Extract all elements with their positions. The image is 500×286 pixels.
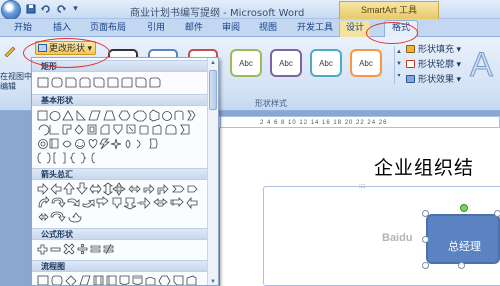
redo-icon[interactable] [55,3,66,14]
tab-format[interactable]: 格式 [384,20,419,38]
title-bar: ▾ 商业计划书编写提纲 - Microsoft Word SmartArt 工具 [0,0,500,20]
edit-in-view-line-1: 在视图中 [0,72,32,81]
scroll-down-icon[interactable]: ▼ [395,58,403,70]
change-shape-label: 更改形状 [49,43,86,53]
tab-references[interactable]: 引用 [147,21,165,37]
group-label-shape-styles: 形状样式 [255,99,287,108]
resize-handle[interactable] [458,262,465,269]
window-title: 商业计划书编写提纲 - Microsoft Word [130,8,305,19]
change-shape-button[interactable]: 更改形状 ▾ [35,41,96,55]
ribbon-tabs: 开始 插入 页面布局 引用 邮件 审阅 视图 开发工具 设计 格式 [0,19,500,38]
frame-handle[interactable]: :::: [359,184,366,190]
office-button[interactable] [1,0,21,20]
smartart-tools-group-title: SmartArt 工具 [339,1,439,19]
section-header-equation-shapes: 公式形状 [32,228,208,240]
shape-effects-label: 形状效果 [418,74,455,84]
shape-outline-button[interactable]: 形状轮廓 ▾ [406,58,461,70]
flowchart-shapes-row [37,274,207,286]
shape-style-abc-aqua[interactable]: Abc [310,49,342,77]
arrow-shape-icons[interactable] [37,210,207,224]
basic-shape-icons[interactable] [37,137,207,151]
basic-shape-icons[interactable] [37,123,207,137]
shape-fill-button[interactable]: 形状填充 ▾ [406,43,461,55]
style-gallery-scroll: ▲ ▼ ▾ [394,46,403,84]
scroll-up-icon[interactable]: ▲ [395,46,403,58]
gallery-more-icon[interactable]: ▾ [395,70,403,82]
edit-in-view-group: 在视图中 编辑 [0,39,32,107]
flowchart-shape-icons[interactable] [37,274,207,286]
arrow-shape-icons[interactable] [37,182,207,196]
document-title-text[interactable]: 企业组织结 [374,153,474,180]
resize-handle[interactable] [422,262,429,269]
qat-dropdown-icon[interactable]: ▾ [70,3,81,14]
tab-mailings[interactable]: 邮件 [185,21,203,37]
equation-shapes-row [37,242,207,256]
basic-shapes-row-4 [37,151,207,165]
save-icon[interactable] [25,3,36,14]
section-header-block-arrows: 箭头总汇 [32,168,208,180]
paint-bucket-icon [406,45,415,53]
shape-style-abc-green[interactable]: Abc [230,49,262,77]
tab-review[interactable]: 审阅 [222,21,240,37]
basic-shapes-row-3 [37,137,207,151]
tab-design[interactable]: 设计 [339,21,371,37]
shape-icon [38,44,47,52]
scroll-up-arrow[interactable]: ▲ [208,58,218,68]
resize-handle[interactable] [494,210,500,217]
arrow-shapes-row-1 [37,182,207,196]
edit-in-view-line-2: 编辑 [0,82,16,91]
shape-style-abc-orange[interactable]: Abc [350,49,382,77]
section-header-flowchart: 流程图 [32,260,208,272]
pencil-icon [4,46,16,57]
equation-shape-icons[interactable] [37,242,207,256]
tab-page-layout[interactable]: 页面布局 [90,21,126,37]
wordart-style-a[interactable]: A [470,45,500,85]
tab-insert[interactable]: 插入 [53,21,71,37]
scroll-thumb[interactable] [209,70,217,110]
rectangle-shape-icons[interactable] [37,76,207,90]
shape-outline-label: 形状轮廓 [418,59,455,69]
pen-icon [406,60,415,68]
tab-developer[interactable]: 开发工具 [297,21,333,37]
ruler-marks: 2 4 6 8 10 12 14 16 18 20 22 24 26 [260,120,388,126]
section-header-rectangles: 矩形 [32,60,208,72]
quick-access-toolbar: ▾ [25,3,81,14]
effects-icon [406,75,415,83]
tab-view[interactable]: 视图 [259,21,277,37]
edit-in-view-label[interactable]: 在视图中 编辑 [0,72,32,92]
shape-style-abc-purple[interactable]: Abc [270,49,302,77]
resize-handle[interactable] [422,210,429,217]
rotation-handle[interactable] [460,204,468,212]
shape-effects-button[interactable]: 形状效果 ▾ [406,73,461,85]
tab-start[interactable]: 开始 [14,21,32,37]
dropdown-scrollbar[interactable]: ▲ ▼ [207,58,218,285]
undo-icon[interactable] [40,3,51,14]
baidu-watermark: Baidu [382,232,413,244]
change-shape-dropdown: 矩形 基本形状 箭头总汇 公式形状 流程图 ▲ ▼ [31,57,219,286]
rectangle-shapes-row [37,76,207,90]
basic-shape-icons[interactable] [37,151,207,165]
shape-fill-label: 形状填充 [418,44,455,54]
org-chart-shape-text: 总经理 [448,240,481,253]
basic-shapes-row-2 [37,123,207,137]
arrow-shapes-row-2 [37,196,207,210]
section-header-basic-shapes: 基本形状 [32,94,208,106]
arrow-shape-icons[interactable] [37,196,207,210]
chevron-down-icon: ▾ [87,43,93,53]
arrow-shapes-row-3 [37,210,207,224]
basic-shapes-row-1 [37,109,207,123]
resize-handle[interactable] [422,236,429,243]
scroll-down-arrow[interactable]: ▼ [208,277,218,285]
basic-shape-icons[interactable] [37,109,207,123]
